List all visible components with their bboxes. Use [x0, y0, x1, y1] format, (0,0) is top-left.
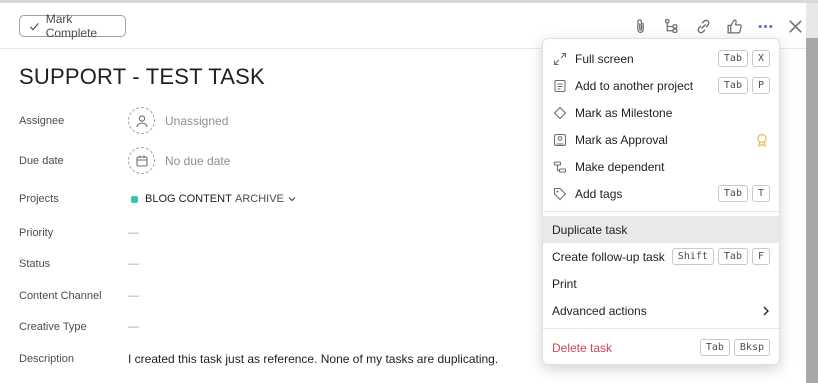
background-edge [806, 3, 818, 38]
priority-value[interactable]: — [128, 227, 139, 239]
task-title[interactable]: SUPPORT - TEST TASK [19, 64, 265, 90]
menu-item-label: Duplicate task [552, 222, 628, 237]
shortcut-keys: Tab T [717, 185, 770, 202]
shortcut-key: X [751, 50, 770, 67]
shortcut-keys: Shift Tab F [671, 248, 770, 265]
shortcut-key: Tab [717, 185, 748, 202]
due-date-value[interactable]: No due date [165, 154, 230, 168]
chevron-right-icon [763, 306, 769, 315]
approval-icon [553, 133, 567, 147]
shortcut-key: Tab [717, 50, 748, 67]
link-icon[interactable] [692, 15, 714, 37]
calendar-icon [135, 155, 148, 167]
menu-item-label: Print [552, 276, 577, 291]
project-color-dot [131, 196, 138, 203]
mark-complete-button[interactable]: Mark Complete [19, 12, 126, 40]
creative-type-value[interactable]: — [128, 321, 139, 333]
diamond-icon [553, 106, 567, 120]
project-section-label: ARCHIVE [235, 193, 284, 205]
content-channel-value[interactable]: — [128, 290, 139, 302]
shortcut-key: Shift [671, 248, 714, 265]
project-name[interactable]: BLOG CONTENT [145, 193, 232, 205]
assignee-value[interactable]: Unassigned [165, 114, 228, 128]
menu-item-label: Delete task [552, 340, 613, 355]
tag-icon [553, 187, 567, 201]
assignee-label: Assignee [19, 115, 65, 127]
menu-item-print[interactable]: Print [543, 270, 779, 297]
shortcut-key: Tab [699, 339, 730, 356]
shortcut-key: T [751, 185, 770, 202]
menu-item-add-tags[interactable]: Add tags Tab T [543, 180, 779, 207]
menu-item-make-dependent[interactable]: Make dependent [543, 153, 779, 180]
menu-item-advanced-actions[interactable]: Advanced actions [543, 297, 779, 324]
shortcut-keys: Tab Bksp [699, 339, 770, 356]
menu-divider [543, 328, 779, 329]
menu-item-label: Advanced actions [552, 303, 647, 318]
shortcut-key: P [751, 77, 770, 94]
chevron-down-icon [288, 197, 296, 202]
menu-item-label: Mark as Milestone [575, 105, 673, 120]
shortcut-key: Bksp [733, 339, 770, 356]
more-actions-menu: Full screen Tab X Add to another project… [542, 38, 780, 365]
projects-label: Projects [19, 193, 59, 205]
menu-item-mark-milestone[interactable]: Mark as Milestone [543, 99, 779, 126]
subtask-icon[interactable] [660, 15, 682, 37]
status-value[interactable]: — [128, 258, 139, 270]
shortcut-keys: Tab X [717, 50, 770, 67]
menu-item-label: Add tags [575, 186, 623, 201]
project-add-icon [553, 79, 567, 93]
menu-item-label: Add to another project [575, 78, 694, 93]
status-label: Status [19, 258, 51, 270]
menu-item-label: Mark as Approval [575, 132, 668, 147]
description-label: Description [19, 353, 75, 365]
more-actions-icon[interactable] [754, 15, 776, 37]
menu-item-add-to-project[interactable]: Add to another project Tab P [543, 72, 779, 99]
menu-item-follow-up-task[interactable]: Create follow-up task Shift Tab F [543, 243, 779, 270]
user-icon [135, 114, 148, 127]
attachment-icon[interactable] [629, 15, 651, 37]
premium-badge-icon [757, 133, 767, 147]
menu-divider [543, 211, 779, 212]
description-text[interactable]: I created this task just as reference. N… [128, 352, 498, 366]
priority-label: Priority [19, 227, 54, 239]
menu-item-delete-task[interactable]: Delete task Tab Bksp [543, 334, 779, 361]
dependent-icon [553, 160, 567, 174]
creative-type-label: Creative Type [19, 321, 87, 333]
menu-item-full-screen[interactable]: Full screen Tab X [543, 45, 779, 72]
menu-item-mark-approval[interactable]: Mark as Approval [543, 126, 779, 153]
like-icon[interactable] [723, 15, 745, 37]
shortcut-key: F [751, 248, 770, 265]
check-icon [29, 22, 39, 30]
mark-complete-label: Mark Complete [45, 12, 98, 40]
due-date-button[interactable] [128, 147, 155, 174]
menu-item-duplicate-task[interactable]: Duplicate task [543, 216, 779, 243]
menu-item-label: Make dependent [575, 159, 665, 174]
menu-item-label: Full screen [575, 51, 634, 66]
shortcut-key: Tab [717, 77, 748, 94]
menu-item-label: Create follow-up task [552, 249, 665, 264]
content-channel-label: Content Channel [19, 290, 102, 302]
expand-icon [553, 52, 567, 66]
close-icon[interactable] [784, 15, 806, 37]
background-scrollbar [806, 38, 818, 383]
assignee-avatar[interactable] [128, 107, 155, 134]
project-section-dropdown[interactable]: ARCHIVE [235, 193, 296, 205]
due-date-label: Due date [19, 155, 64, 167]
shortcut-keys: Tab P [717, 77, 770, 94]
shortcut-key: Tab [717, 248, 748, 265]
